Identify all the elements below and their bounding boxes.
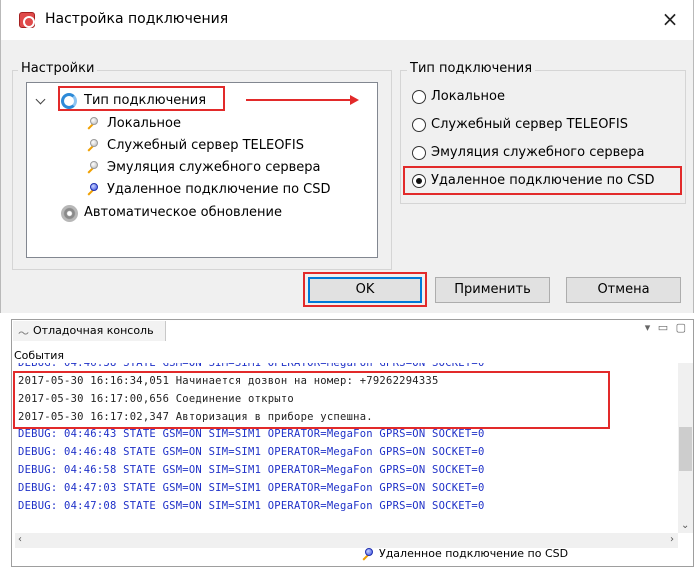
log-line: DEBUG: 04:46:38 STATE GSM=ON SIM=SIM1 OP…: [18, 363, 485, 369]
horizontal-scrollbar[interactable]: ‹ ›: [15, 533, 678, 548]
radio-label: Локальное: [431, 89, 505, 104]
radio-button[interactable]: [412, 118, 426, 132]
radio-label: Эмуляция служебного сервера: [431, 145, 645, 160]
events-label: События: [14, 349, 65, 362]
tree-item-auto-update[interactable]: Автоматическое обновление: [27, 202, 377, 224]
pin-blue-icon: [360, 547, 374, 561]
connection-type-group-title: Тип подключения: [407, 61, 536, 76]
tree-item-server-emulation[interactable]: Эмуляция служебного сервера: [27, 157, 377, 179]
tree-item-local[interactable]: Локальное: [27, 113, 377, 135]
chevron-right-icon[interactable]: ›: [670, 534, 674, 545]
arrow-right-icon: [350, 95, 359, 105]
window-title: Настройка подключения: [45, 11, 229, 27]
title-bar: Настройка подключения ×: [1, 0, 693, 40]
tree-item-label: Служебный сервер TELEOFIS: [107, 138, 304, 153]
tree-item-label: Локальное: [107, 116, 181, 131]
annotation-arrow: [246, 99, 352, 101]
cancel-button[interactable]: Отмена: [566, 277, 681, 303]
pin-gray-icon: [85, 138, 99, 152]
gear-icon: [61, 205, 78, 222]
pin-gray-icon: [85, 160, 99, 174]
radio-button[interactable]: [412, 90, 426, 104]
settings-group-title: Настройки: [18, 61, 98, 76]
radio-label: Служебный сервер TELEOFIS: [431, 117, 628, 132]
tree-item-teleofis-server[interactable]: Служебный сервер TELEOFIS: [27, 135, 377, 157]
log-line: DEBUG: 04:47:08 STATE GSM=ON SIM=SIM1 OP…: [18, 500, 485, 512]
log-line: DEBUG: 04:47:03 STATE GSM=ON SIM=SIM1 OP…: [18, 482, 485, 494]
chevron-left-icon[interactable]: ‹: [18, 534, 22, 545]
highlight-ok-button: [303, 272, 427, 307]
tree-item-remote-csd[interactable]: Удаленное подключение по CSD: [27, 179, 377, 201]
console-icon: 〜: [18, 327, 29, 340]
log-line: DEBUG: 04:46:48 STATE GSM=ON SIM=SIM1 OP…: [18, 446, 485, 458]
tree-item-label: Автоматическое обновление: [84, 205, 282, 220]
chevron-down-icon[interactable]: [35, 94, 46, 105]
log-line: DEBUG: 04:46:58 STATE GSM=ON SIM=SIM1 OP…: [18, 464, 485, 476]
pin-gray-icon: [85, 116, 99, 130]
apply-button[interactable]: Применить: [435, 277, 550, 303]
highlight-log-lines: [13, 371, 610, 429]
tree-item-label: Эмуляция служебного сервера: [107, 160, 321, 175]
status-text: Удаленное подключение по CSD: [379, 547, 569, 560]
chevron-down-icon[interactable]: ⌄: [681, 520, 689, 531]
pin-blue-icon: [85, 182, 99, 196]
radio-button[interactable]: [412, 146, 426, 160]
highlight-remote-csd: [403, 166, 682, 195]
panel-controls[interactable]: ▾ ▭ ▢: [645, 321, 688, 334]
app-icon: [19, 12, 35, 28]
tab-debug-console[interactable]: 〜 Отладочная консоль: [13, 321, 166, 341]
tree-item-label: Удаленное подключение по CSD: [107, 182, 331, 197]
tab-label: Отладочная консоль: [33, 324, 154, 337]
scrollbar-thumb[interactable]: [679, 427, 692, 471]
vertical-scrollbar[interactable]: ⌄: [678, 363, 693, 533]
highlight-tree-root: [58, 86, 225, 111]
close-button[interactable]: ×: [647, 0, 693, 40]
